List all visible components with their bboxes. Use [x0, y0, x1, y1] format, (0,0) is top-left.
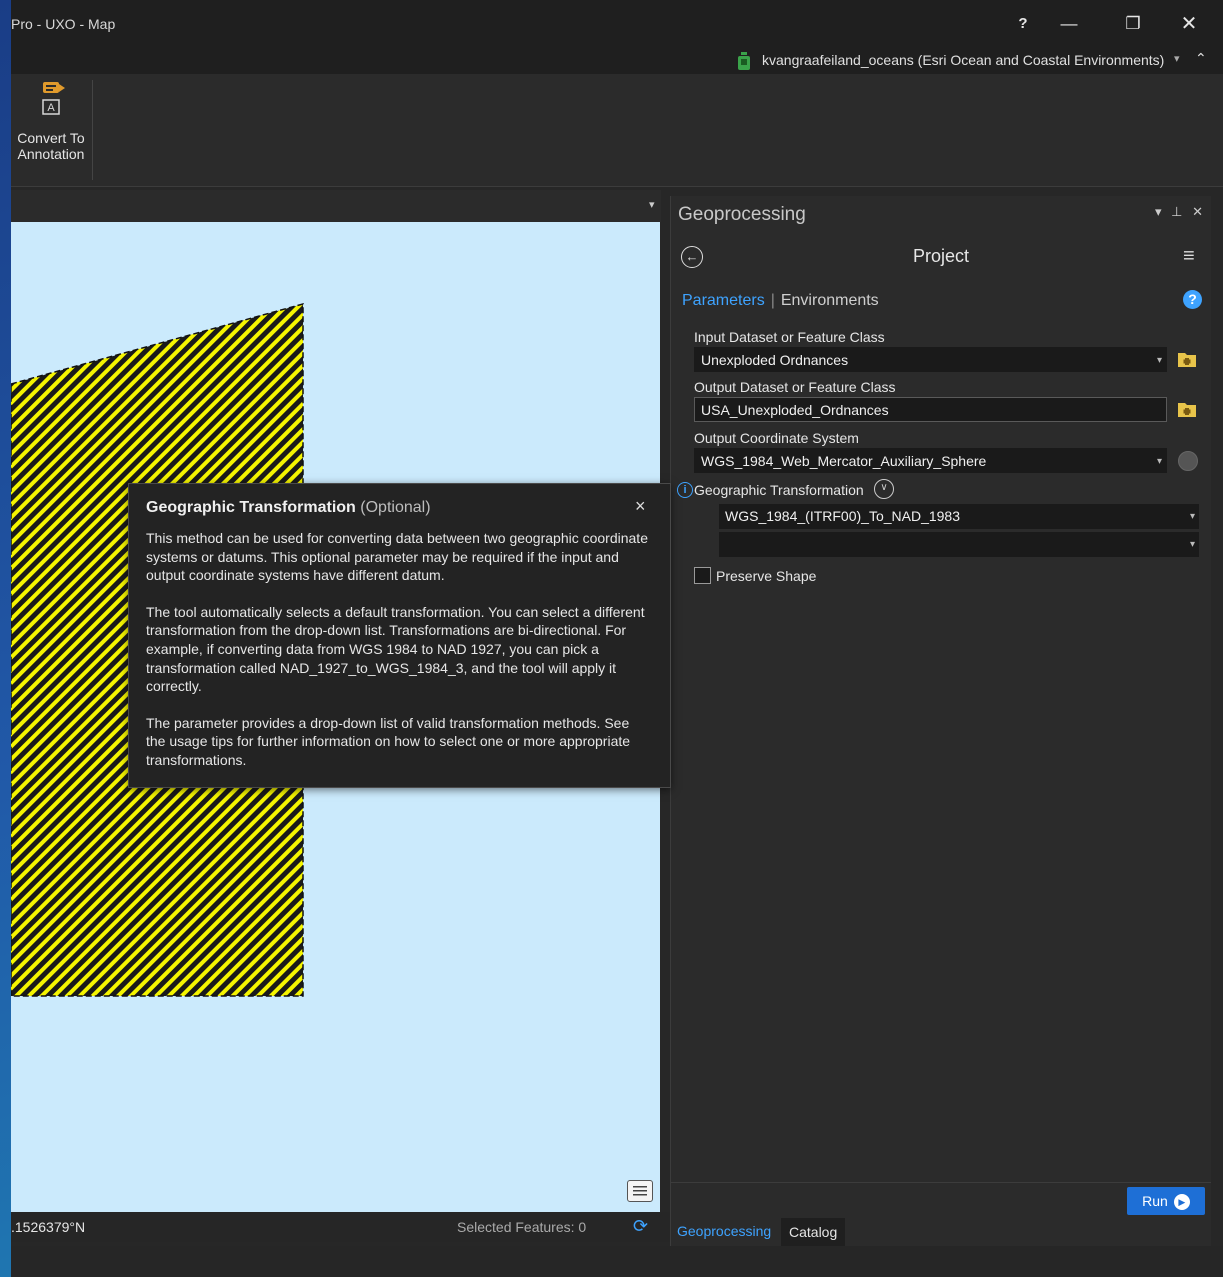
- restore-button[interactable]: ❐: [1113, 10, 1153, 38]
- ribbon: A Convert To Annotation: [11, 74, 1223, 187]
- geographic-transformation-field-2[interactable]: ▾: [719, 532, 1199, 557]
- pane-controls[interactable]: ▾ ⊥ ✕: [1155, 204, 1206, 220]
- browse-folder-icon[interactable]: [1177, 400, 1197, 418]
- svg-text:A: A: [47, 102, 55, 114]
- output-dataset-label: Output Dataset or Feature Class: [694, 379, 896, 395]
- globe-icon[interactable]: [1178, 451, 1198, 471]
- tooltip-paragraph: The tool automatically selects a default…: [146, 603, 645, 695]
- arcgis-pro-window: Pro - UXO - Map ? — ❐ ✕ kvangraafeiland_…: [11, 0, 1223, 1277]
- user-account-name[interactable]: kvangraafeiland_oceans (Esri Ocean and C…: [762, 52, 1164, 68]
- info-icon[interactable]: i: [677, 482, 693, 498]
- collapse-ribbon-icon[interactable]: ⌃: [1195, 50, 1207, 67]
- preserve-shape-checkbox[interactable]: [694, 567, 711, 584]
- geographic-transformation-label: Geographic Transformation: [694, 482, 864, 498]
- parameter-tabs: Parameters | Environments: [682, 292, 879, 310]
- pane-bottom-tabs: Geoprocessing Catalog: [670, 1218, 1210, 1246]
- output-coordinate-system-field[interactable]: WGS_1984_Web_Mercator_Auxiliary_Sphere ▾: [694, 448, 1167, 473]
- map-view-menu-icon[interactable]: ▾: [649, 198, 655, 211]
- user-bar: kvangraafeiland_oceans (Esri Ocean and C…: [11, 48, 1223, 74]
- tooltip-body: This method can be used for converting d…: [146, 529, 652, 788]
- tool-help-icon[interactable]: ?: [1183, 290, 1202, 309]
- parameter-help-tooltip: Geographic Transformation (Optional) × T…: [128, 483, 671, 788]
- bottom-strip: [11, 1246, 1223, 1277]
- chevron-down-icon[interactable]: ▾: [1157, 348, 1162, 373]
- output-coordinate-system-value: WGS_1984_Web_Mercator_Auxiliary_Sphere: [701, 453, 987, 469]
- help-button[interactable]: ?: [1003, 10, 1043, 38]
- input-dataset-field[interactable]: Unexploded Ordnances ▾: [694, 347, 1167, 372]
- user-icon: [738, 52, 750, 70]
- play-icon: ▶: [1173, 1194, 1190, 1211]
- ribbon-divider: [92, 80, 93, 180]
- selected-features-count[interactable]: Selected Features: 0: [457, 1219, 586, 1235]
- close-button[interactable]: ✕: [1169, 10, 1209, 38]
- tooltip-paragraph: This method can be used for converting d…: [146, 530, 648, 584]
- output-coordinate-system-label: Output Coordinate System: [694, 430, 859, 446]
- convert-to-annotation-label: Convert To Annotation: [17, 130, 85, 162]
- input-dataset-value: Unexploded Ordnances: [701, 352, 849, 368]
- tab-environments[interactable]: Environments: [781, 292, 879, 309]
- output-dataset-field[interactable]: USA_Unexploded_Ordnances: [694, 397, 1167, 422]
- tab-parameters[interactable]: Parameters: [682, 292, 765, 309]
- chevron-down-icon[interactable]: ▾: [1157, 449, 1162, 474]
- chevron-down-icon[interactable]: ▾: [1174, 52, 1180, 65]
- cursor-coordinates: .1526379°N: [11, 1219, 86, 1235]
- chevron-down-icon[interactable]: ▾: [1190, 504, 1195, 529]
- pane-title: Geoprocessing: [678, 204, 806, 225]
- tab-geoprocessing[interactable]: Geoprocessing: [677, 1223, 771, 1239]
- input-dataset-label: Input Dataset or Feature Class: [694, 329, 885, 345]
- convert-to-annotation-button[interactable]: A Convert To Annotation: [11, 80, 91, 170]
- chevron-down-icon[interactable]: ▾: [1190, 532, 1195, 557]
- output-dataset-value: USA_Unexploded_Ordnances: [701, 402, 889, 418]
- tooltip-title: Geographic Transformation (Optional): [146, 499, 431, 516]
- tooltip-paragraph: The parameter provides a drop-down list …: [146, 714, 631, 768]
- window-title: Pro - UXO - Map: [11, 16, 116, 32]
- chevron-down-icon[interactable]: ∨: [874, 479, 894, 499]
- run-button[interactable]: Run ▶: [1127, 1187, 1205, 1215]
- geographic-transformation-field-1[interactable]: WGS_1984_(ITRF00)_To_NAD_1983 ▾: [719, 504, 1199, 529]
- tab-catalog[interactable]: Catalog: [781, 1218, 846, 1246]
- convert-annotation-icon: A: [42, 82, 65, 115]
- minimize-button[interactable]: —: [1049, 10, 1089, 38]
- close-icon[interactable]: ×: [635, 496, 646, 517]
- title-bar: Pro - UXO - Map ? — ❐ ✕: [11, 0, 1223, 48]
- map-status-bar: .1526379°N Selected Features: 0 ⟳: [11, 1212, 671, 1242]
- pane-divider: [671, 1182, 1211, 1183]
- hamburger-menu-icon[interactable]: ≡: [1183, 245, 1195, 268]
- browse-folder-icon[interactable]: [1177, 350, 1197, 368]
- refresh-icon[interactable]: ⟳: [633, 1216, 648, 1237]
- preserve-shape-label: Preserve Shape: [716, 568, 817, 584]
- tab-divider: |: [770, 292, 775, 309]
- tooltip-optional-tag: (Optional): [360, 499, 431, 516]
- geographic-transformation-value-1: WGS_1984_(ITRF00)_To_NAD_1983: [725, 508, 961, 524]
- run-label: Run: [1142, 1193, 1168, 1209]
- geoprocessing-pane: Geoprocessing ▾ ⊥ ✕ ← Project ≡ Paramete…: [670, 196, 1211, 1246]
- map-view-header: ▾: [11, 190, 661, 222]
- tool-name: Project: [912, 246, 970, 266]
- map-legend-icon[interactable]: [627, 1180, 653, 1202]
